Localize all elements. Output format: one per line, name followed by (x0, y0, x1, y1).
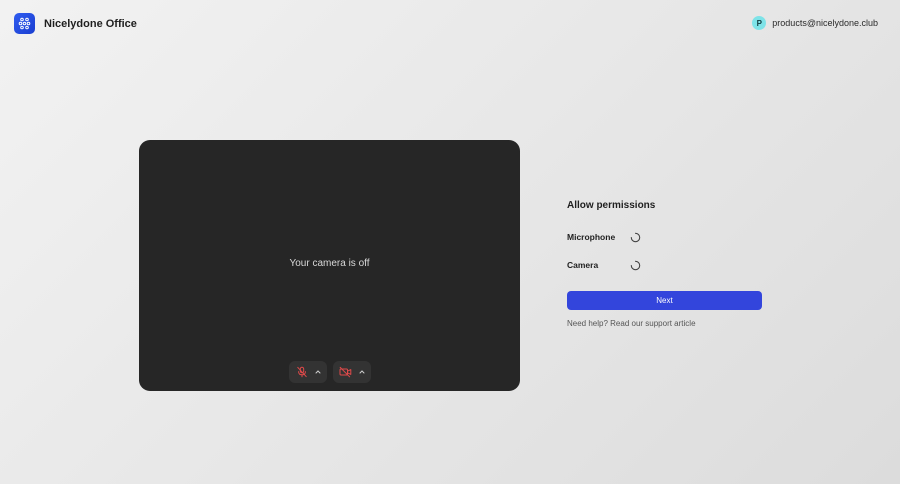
mic-off-icon (296, 366, 307, 378)
mic-toggle-button[interactable] (294, 364, 310, 380)
camera-control (332, 361, 371, 383)
app-title: Nicelydone Office (44, 17, 137, 30)
permission-row-microphone: Microphone (567, 229, 762, 245)
camera-off-message: Your camera is off (289, 258, 370, 269)
permission-label: Camera (567, 260, 599, 270)
media-controls (139, 361, 520, 383)
help-text: Need help? Read our support article (567, 319, 762, 328)
chevron-up-icon (315, 370, 320, 374)
support-article-link[interactable]: Need help? Read our support article (567, 319, 696, 328)
account-email: products@nicelydone.club (772, 18, 878, 28)
app-header: Nicelydone Office (14, 13, 137, 34)
camera-preview: Your camera is off (139, 140, 520, 391)
camera-off-icon (339, 366, 352, 378)
app-logo-icon (14, 13, 35, 34)
next-button[interactable]: Next (567, 291, 762, 310)
permissions-title: Allow permissions (567, 200, 656, 211)
camera-toggle-button[interactable] (338, 364, 354, 380)
loading-spinner-icon (629, 259, 641, 271)
permissions-panel: Allow permissions Microphone Camera Next… (567, 200, 762, 328)
camera-options-button[interactable] (357, 364, 367, 380)
mic-options-button[interactable] (313, 364, 323, 380)
loading-spinner-icon (629, 231, 641, 243)
account-menu[interactable]: P products@nicelydone.club (752, 16, 878, 30)
permission-label: Microphone (567, 232, 616, 242)
avatar: P (752, 16, 767, 30)
chevron-up-icon (359, 370, 364, 374)
permission-row-camera: Camera (567, 257, 762, 273)
microphone-control (288, 361, 327, 383)
